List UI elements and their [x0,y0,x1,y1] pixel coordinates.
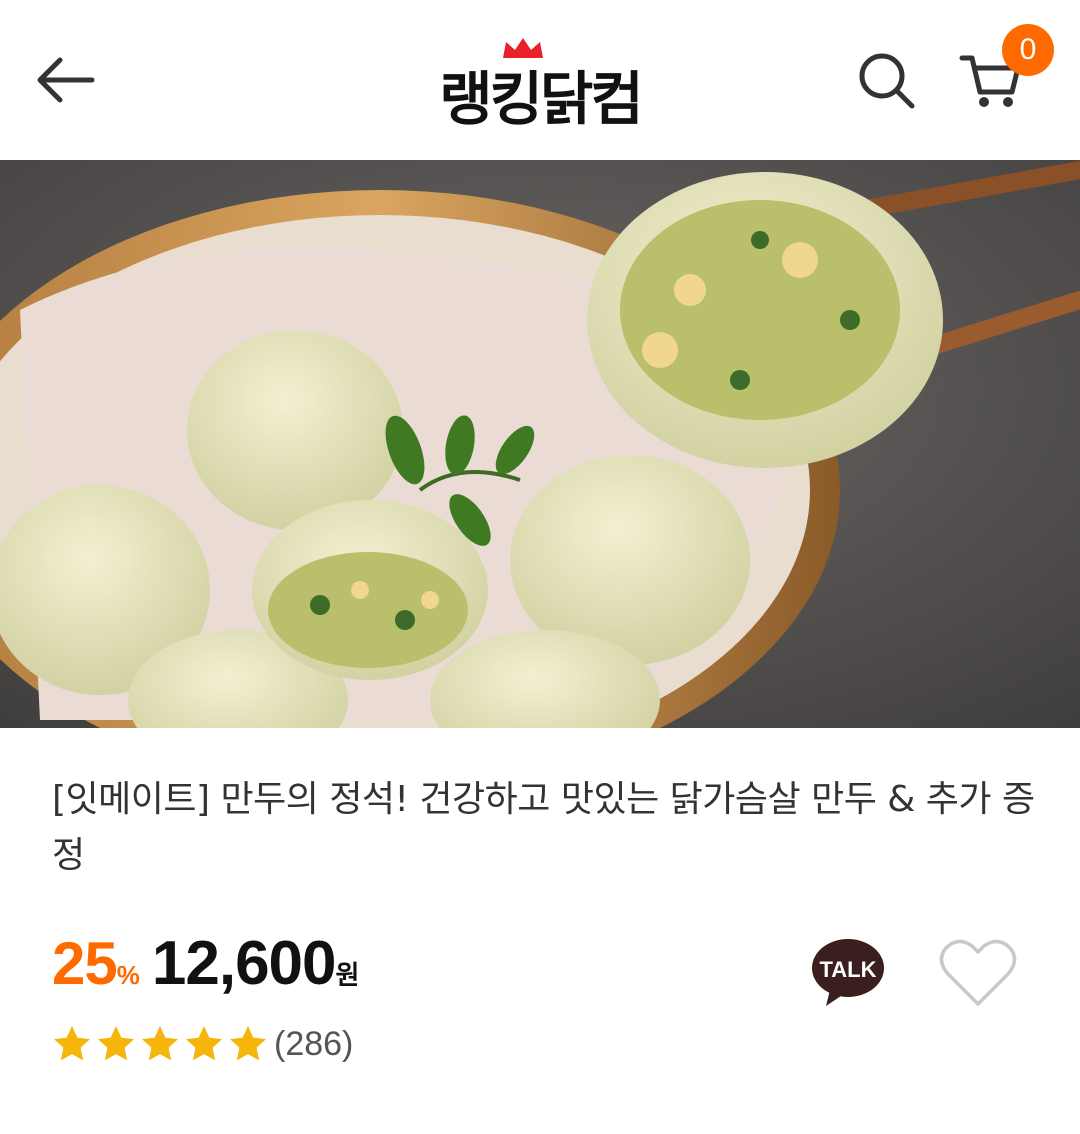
heart-icon [939,939,1017,1006]
cart-count-badge: 0 [1002,24,1054,76]
dumpling-photo [0,160,1080,728]
site-logo[interactable]: 랭킹닭컴 [380,30,700,133]
price-row: 25% 12,600원 [52,928,359,998]
price-unit: 원 [335,961,360,991]
talk-label: TALK [819,957,876,982]
sale-price: 12,600 [151,929,337,998]
arrow-left-icon [37,57,95,103]
wishlist-button[interactable] [938,936,1018,1010]
star-rating [52,1026,272,1061]
top-app-bar: 랭킹닭컴 0 [0,0,1080,160]
back-button[interactable] [28,48,100,112]
search-button[interactable] [852,46,922,116]
rating-row[interactable]: (286) [52,1024,353,1072]
product-title: [잇메이트] 만두의 정석! 건강하고 맛있는 닭가슴살 만두 & 추가 증정 [52,779,1035,876]
review-count: (286) [274,1024,354,1063]
star-icon [142,1026,178,1061]
kakao-talk-button[interactable]: TALK [810,938,886,1008]
star-icon [54,1026,90,1061]
star-icon [230,1026,266,1061]
discount-unit: % [116,960,140,990]
discount-percent: 25 [52,930,118,997]
product-image[interactable] [0,160,1080,728]
kakao-talk-icon: TALK [812,939,884,1006]
logo-text: 랭킹닭컴 [439,65,643,133]
star-icon [186,1026,222,1061]
search-icon [859,53,915,109]
star-icon [98,1026,134,1061]
